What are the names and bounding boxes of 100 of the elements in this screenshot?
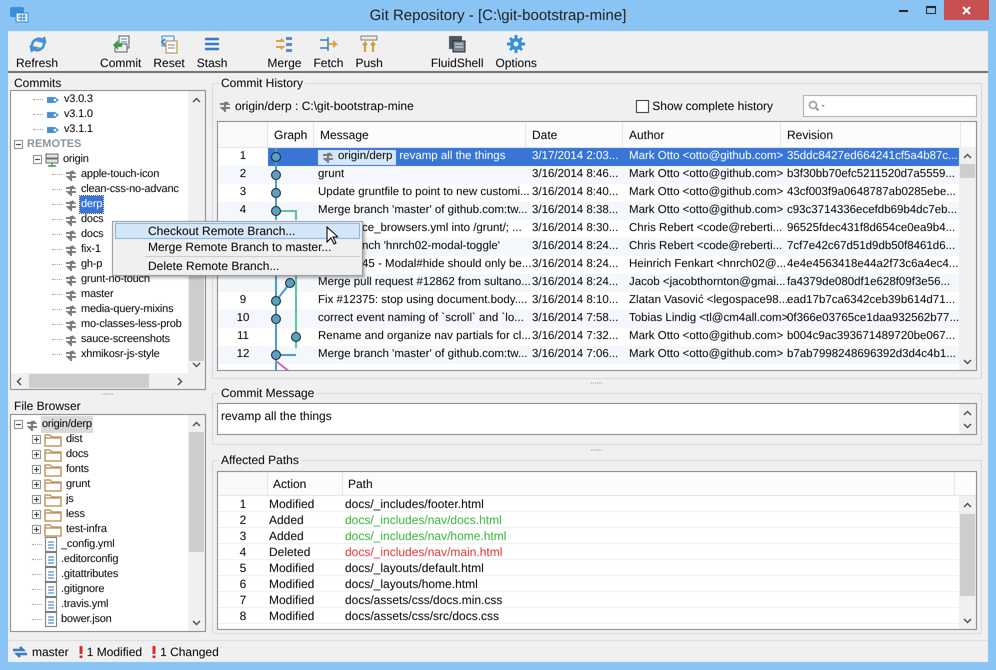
table-row[interactable]: Rename and organize nav partials for cl...3/16/2014 7:32... Mark Otto <otto@github.com> b004c9ac393671489720be067... (268, 328, 959, 346)
chevron-down-icon[interactable] (963, 359, 972, 365)
chevron-left-icon[interactable] (16, 377, 22, 386)
tree-item[interactable]: docs (80, 211, 104, 228)
toolbar-button[interactable]: Reset (147, 31, 191, 71)
tree-item[interactable]: js (65, 491, 75, 508)
expand-icon[interactable] (32, 450, 41, 459)
scrollbar[interactable] (11, 373, 205, 389)
table-cell: Added (269, 528, 304, 542)
tree-item[interactable]: derp (80, 196, 104, 213)
tree-item[interactable]: v3.1.0 (63, 106, 94, 123)
chevron-up-icon[interactable] (963, 153, 972, 159)
collapse-icon[interactable] (14, 420, 23, 429)
menu-item[interactable]: Checkout Remote Branch... (115, 223, 360, 239)
table-cell: docs/assets/css/docs.min.css (345, 592, 502, 606)
tree-item[interactable]: .gitattributes (60, 566, 120, 583)
tree-item[interactable]: origin/derp (41, 416, 93, 433)
table-row[interactable]: origin/derp revamp all the things 3/17/2014 2:03... Mark Otto <otto@github.com> 35ddc8427ed664241cf5a4b87c... (268, 148, 959, 166)
table-row[interactable]: Merge branch 'master' of github.com:tw... 3/16/2014 7:06... Mark Otto <otto@github.com> b7ab7998248696392d3d4c4b1... (268, 346, 959, 364)
expand-icon[interactable] (32, 495, 41, 504)
chevron-up-icon[interactable] (963, 410, 972, 416)
table-row[interactable]: Update gruntfile to point to new customi... 3/16/2014 8:40... Mark Otto <otto@github.com> 43cf003f9a0648787ab0285ebe... (268, 184, 959, 202)
tree-item[interactable]: bower.json (60, 611, 113, 628)
column-header[interactable]: Author (623, 122, 781, 147)
chevron-down-icon[interactable] (192, 620, 201, 626)
tree-item[interactable]: .editorconfig (60, 551, 120, 568)
scrollbar[interactable] (959, 147, 976, 370)
column-header[interactable]: Graph (268, 122, 314, 147)
collapse-icon[interactable] (33, 155, 42, 164)
expand-icon[interactable] (32, 465, 41, 474)
column-header[interactable]: Path (343, 472, 955, 495)
tree-item[interactable]: grunt-no-touch (80, 271, 151, 288)
tree-item[interactable]: v3.1.1 (63, 121, 94, 138)
toolbar-button[interactable]: Commit (94, 31, 148, 71)
toolbar-button[interactable]: Stash (190, 31, 234, 71)
tree-item[interactable]: fonts (65, 461, 90, 478)
table-row[interactable]: Fix #12375: stop using document.body.... 3/16/2014 8:10... Zlatan Vasović <legospace98...ead17b7ca6342ceb39b614d71... (268, 292, 959, 310)
chevron-up-icon[interactable] (963, 502, 972, 508)
tree-item[interactable]: .travis.yml (60, 596, 110, 613)
table-row[interactable]: correct event naming of `scroll` and `lo... 3/16/2014 7:58... Tobias Lindig <tl@cm4all.com>0f366e03765ce1daa932562b77... (268, 310, 959, 328)
tree-item[interactable]: xhmikosr-js-style (80, 346, 160, 363)
chevron-down-icon[interactable] (963, 423, 972, 429)
tree-item[interactable]: docs (80, 226, 104, 243)
tree-item[interactable]: docs (65, 446, 90, 463)
chevron-down-icon[interactable] (963, 618, 972, 624)
expand-icon[interactable] (32, 510, 41, 519)
folder-icon (44, 508, 62, 522)
tree-item[interactable]: mo-classes-less-prob (80, 316, 183, 333)
toolbar-button[interactable]: Refresh (10, 31, 64, 71)
row-number: 2 (240, 168, 246, 180)
scrollbar-thumb[interactable] (960, 514, 975, 596)
toolbar-button[interactable]: Push (349, 31, 389, 71)
expand-icon[interactable] (32, 525, 41, 534)
file-icon (45, 567, 57, 582)
tree-item[interactable]: dist (65, 431, 84, 448)
expand-icon[interactable] (32, 480, 41, 489)
chevron-down-icon[interactable] (192, 362, 201, 368)
tree-item[interactable]: _config.yml (60, 536, 116, 553)
folder-icon (44, 522, 62, 536)
table-cell: Modified (269, 560, 314, 574)
chevron-up-icon[interactable] (192, 97, 201, 103)
tree-item[interactable]: apple-touch-icon (80, 166, 160, 183)
tree-item[interactable]: .gitignore (60, 581, 106, 598)
checkbox[interactable] (636, 100, 650, 112)
text-area[interactable]: revamp all the things (217, 403, 977, 435)
scrollbar-thumb[interactable] (960, 164, 975, 178)
table-row[interactable]: grunt 3/16/2014 8:46... Mark Otto <otto@github.com> b3f30bb70efc5211520d7a5559... (268, 166, 959, 184)
toolbar-button[interactable]: Merge (261, 31, 308, 71)
toolbar-button[interactable]: Fetch (307, 31, 350, 71)
scrollbar[interactable] (188, 415, 205, 631)
tree-item[interactable]: gh-p (80, 256, 104, 273)
search-field[interactable] (803, 95, 977, 117)
toolbar-button[interactable]: FluidShell (424, 31, 490, 71)
scrollbar-thumb[interactable] (29, 374, 149, 388)
close-icon (962, 6, 971, 14)
toolbar-button[interactable]: Options (490, 31, 543, 71)
menu-item[interactable]: Merge Remote Branch to master... (115, 239, 360, 255)
tree-item[interactable]: origin (62, 151, 90, 168)
close-button[interactable] (944, 0, 989, 20)
tree-item[interactable]: less (65, 506, 86, 523)
scrollbar[interactable] (959, 404, 976, 434)
tree-item[interactable]: clean-css-no-advanc (80, 181, 180, 198)
table-row[interactable]: Merge branch 'master' of github.com:tw... 3/16/2014 8:38... Mark Otto <otto@github.com> c93c3714336ecefdb69b4dc7eb... (268, 202, 959, 220)
chevron-up-icon[interactable] (192, 421, 201, 427)
collapse-icon[interactable] (14, 140, 23, 149)
column-header[interactable]: Action (268, 472, 343, 495)
scrollbar[interactable] (959, 496, 976, 629)
tree-item[interactable]: media-query-mixins (80, 301, 174, 318)
tree-item[interactable]: test-infra (65, 521, 108, 538)
column-header[interactable]: Date (526, 122, 623, 147)
column-header[interactable]: Message (314, 122, 526, 147)
menu-item[interactable]: Delete Remote Branch... (115, 258, 360, 274)
tree-item[interactable]: fix-1 (80, 241, 102, 258)
tree-item[interactable]: master (80, 286, 114, 303)
chevron-right-icon[interactable] (177, 377, 183, 386)
scrollbar-thumb[interactable] (189, 432, 204, 552)
tree-item[interactable]: v3.0.3 (63, 91, 94, 108)
tree-item[interactable]: sauce-screenshots (80, 331, 171, 348)
expand-icon[interactable] (32, 435, 41, 444)
tree-item[interactable]: grunt (65, 476, 92, 493)
